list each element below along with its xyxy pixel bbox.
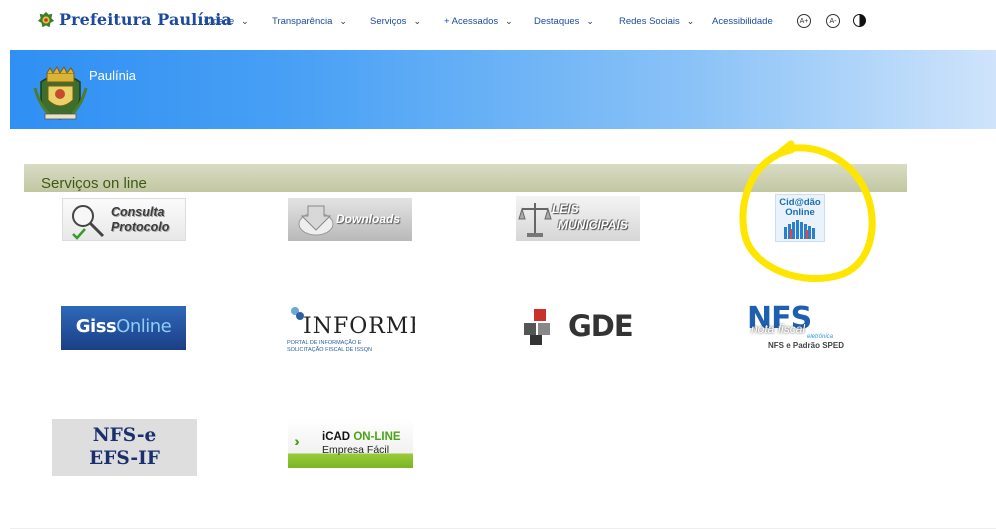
- section-header-bar: Serviços on line: [24, 164, 907, 192]
- nav-label: Serviços: [370, 16, 407, 27]
- city-coat-of-arms-icon: [33, 66, 88, 120]
- font-increase-icon[interactable]: A+: [797, 14, 811, 28]
- top-navigation: Prefeitura Paulínia Cidade ⌄ Transparênci…: [0, 0, 996, 46]
- consulta-protocolo-link[interactable]: Consulta Protocolo: [62, 198, 186, 241]
- nfs-padrao-label: NFS e Padrão SPED: [767, 341, 845, 350]
- icad-online-link[interactable]: ››› iCAD ON-LINE Empresa Fácil: [288, 419, 413, 468]
- gde-label: GDE: [568, 309, 634, 343]
- informe-sub1: PORTAL DE INFORMAÇÃO E: [287, 340, 362, 346]
- chevron-down-icon: ⌄: [241, 16, 249, 26]
- download-globe-icon: [298, 205, 334, 236]
- contrast-toggle-icon[interactable]: [853, 14, 866, 27]
- cidadao-label: Cid@dão Online: [776, 198, 824, 218]
- giss-label: GissOnline: [61, 316, 186, 337]
- nav-item-acessados[interactable]: + Acessados ⌄: [444, 16, 513, 27]
- icad-title: iCAD ON-LINE: [322, 431, 401, 443]
- nav-item-transparencia[interactable]: Transparência ⌄: [272, 16, 347, 27]
- banner-title: Paulínia: [89, 68, 136, 83]
- justice-scale-icon: [518, 203, 552, 237]
- nav-label: Cidade: [204, 16, 235, 27]
- icad-subtitle: Empresa Fácil: [322, 444, 390, 456]
- nfse-line2: EFS-IF: [89, 448, 160, 469]
- nfse-line1: NFS-e: [92, 425, 157, 446]
- leis-line1: LEIS: [552, 202, 579, 216]
- informe-subtitle: PORTAL DE INFORMAÇÃO E SOLICITAÇÃO FISCA…: [287, 340, 372, 354]
- nav-label: + Acessados: [444, 16, 499, 27]
- giss-part2: Online: [116, 316, 172, 337]
- nav-label: Acessibilidade: [712, 16, 773, 27]
- nav-item-cidade[interactable]: Cidade ⌄: [204, 16, 249, 27]
- nav-item-acessibilidade[interactable]: Acessibilidade: [712, 16, 773, 27]
- icad-part2: ON-LINE: [353, 431, 401, 443]
- nfse-efsif-link[interactable]: NFS-e EFS-IF: [52, 419, 197, 476]
- magnifier-check-icon: [72, 205, 105, 240]
- chevron-down-icon: ⌄: [505, 16, 513, 26]
- gde-link[interactable]: GDE: [512, 305, 642, 351]
- nfs-nota-fiscal-link[interactable]: NFS nota fiscal eletrônica NFS e Padrão …: [745, 305, 867, 352]
- leis-line2: MUNICIPAIS: [558, 218, 628, 232]
- icad-part1: iCAD: [322, 431, 351, 443]
- page-banner: Paulínia: [10, 50, 996, 129]
- nav-label: Redes Sociais: [619, 16, 680, 27]
- nfse-label: NFS-e EFS-IF: [52, 424, 197, 470]
- chevron-down-icon: ⌄: [339, 16, 347, 26]
- gde-cubes-icon: [524, 309, 550, 345]
- chevron-down-icon: ⌄: [686, 16, 695, 26]
- consulta-line2: Protocolo: [111, 220, 170, 234]
- consulta-label: Consulta Protocolo: [111, 205, 169, 235]
- nav-label: Transparência: [272, 16, 333, 27]
- leis-municipais-link[interactable]: LEIS MUNICIPAIS: [516, 196, 640, 241]
- chevron-down-icon: ⌄: [413, 16, 421, 26]
- section-title: Serviços on line: [41, 175, 147, 192]
- cidadao-line2: Online: [785, 207, 815, 218]
- downloads-label: Downloads: [336, 212, 401, 226]
- people-crowd-icon: [784, 220, 815, 239]
- nfs-eletronica-label: eletrônica: [807, 334, 834, 340]
- informe-sub2: SOLICITAÇÃO FISCAL DE ISSQN: [287, 347, 372, 353]
- nav-item-redes-sociais[interactable]: Redes Sociais ⌄: [619, 16, 694, 27]
- downloads-link[interactable]: Downloads: [288, 198, 412, 241]
- font-decrease-icon[interactable]: A-: [826, 14, 840, 28]
- informe-issqn-link[interactable]: INFORME PORTAL DE INFORMAÇÃO E SOLICITAÇ…: [285, 303, 415, 357]
- chevron-down-icon: ⌄: [586, 16, 594, 26]
- nfs-nota-label: nota fiscal: [751, 322, 806, 336]
- city-crest-icon: [37, 11, 55, 27]
- giss-online-link[interactable]: GissOnline: [61, 306, 186, 350]
- nav-item-destaques[interactable]: Destaques ⌄: [534, 16, 594, 27]
- nav-item-servicos[interactable]: Serviços ⌄: [370, 16, 421, 27]
- informe-title: INFORME: [303, 314, 415, 339]
- cidadao-online-link[interactable]: Cid@dão Online: [775, 194, 825, 242]
- giss-part1: Giss: [75, 316, 117, 337]
- brand-logo[interactable]: Prefeitura Paulínia: [37, 10, 232, 29]
- leis-label: LEIS MUNICIPAIS: [552, 201, 628, 233]
- consulta-line1: Consulta: [111, 205, 165, 219]
- nav-label: Destaques: [534, 16, 580, 27]
